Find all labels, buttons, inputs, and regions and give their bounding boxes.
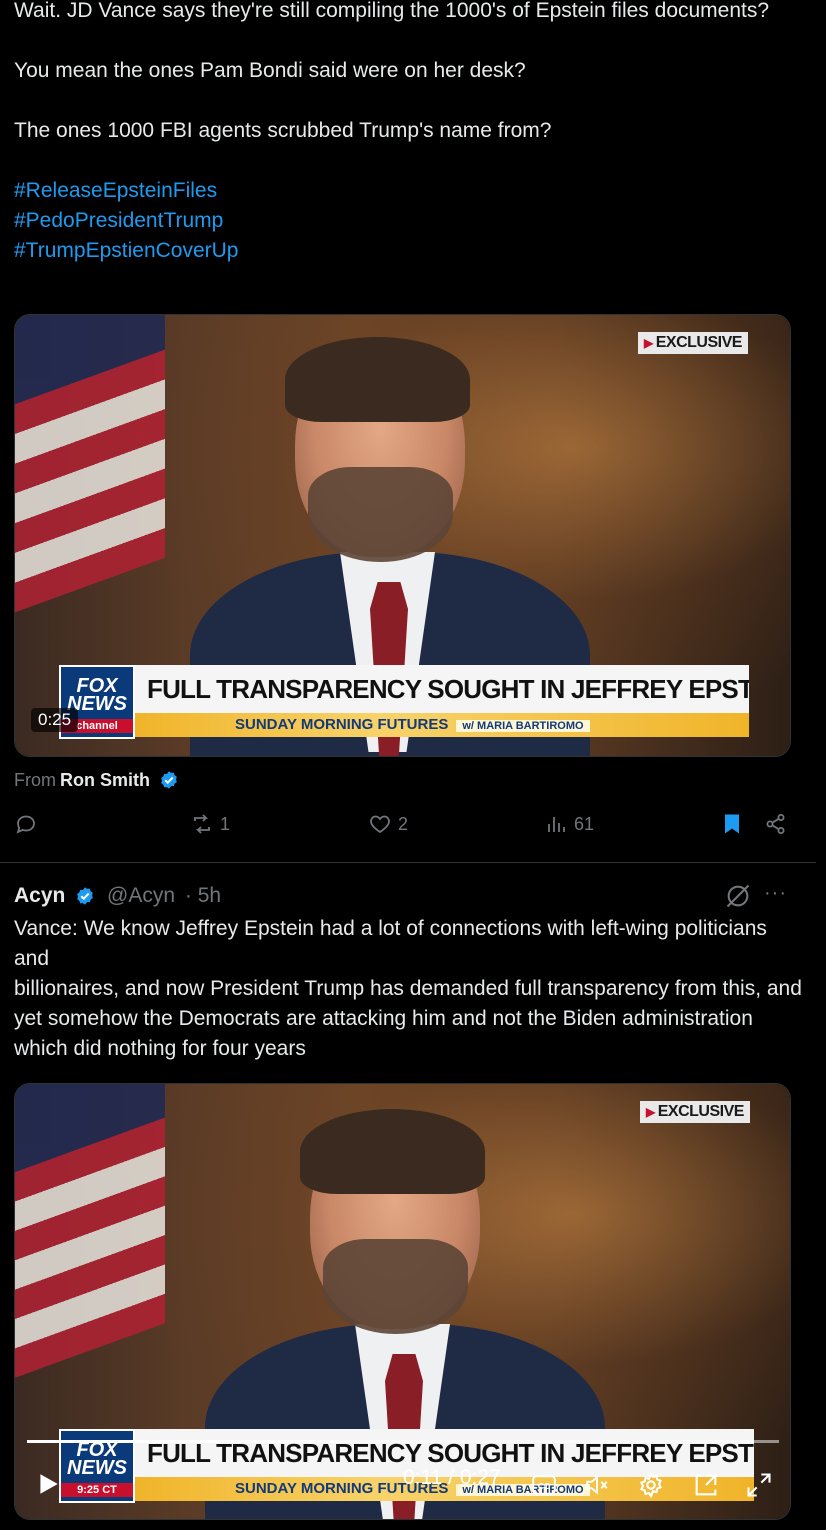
tweet-text: Wait. JD Vance says they're still compil… — [14, 0, 804, 266]
heart-icon — [370, 815, 390, 834]
view-count: 61 — [574, 813, 595, 834]
hashtag-link[interactable]: #PedoPresidentTrump — [14, 206, 804, 236]
share-button[interactable] — [764, 812, 788, 836]
author-handle[interactable]: @Acyn — [107, 884, 175, 907]
news-lower-third: FOX NEWS channel FULL TRANSPARENCY SOUGHT… — [59, 665, 749, 739]
hashtag-link[interactable]: #TrumpEpstienCoverUp — [14, 236, 804, 266]
video-duration: 0:25 — [31, 708, 79, 732]
post-time[interactable]: · 5h — [185, 884, 221, 907]
mute-icon[interactable] — [582, 1472, 612, 1498]
captions-icon[interactable]: CC — [530, 1472, 558, 1498]
views-button[interactable]: 61 — [544, 812, 594, 836]
picture-in-picture-icon[interactable] — [692, 1471, 720, 1499]
news-headline: FULL TRANSPARENCY SOUGHT IN JEFFREY EPST… — [135, 665, 749, 713]
like-count: 2 — [398, 813, 409, 834]
grok-icon[interactable] — [724, 882, 752, 910]
verified-badge-icon — [161, 771, 177, 789]
tweet-header: Acyn @Acyn · 5h — [14, 882, 221, 910]
verified-badge-icon — [77, 887, 94, 905]
attribution-name-link[interactable]: Ron Smith — [60, 770, 150, 790]
tweet-text: Vance: We know Jeffrey Epstein had a lot… — [14, 914, 804, 1064]
svg-text:CC: CC — [538, 1481, 551, 1491]
video-time-readout: 0:11 / 0:27 — [403, 1466, 501, 1489]
reply-button[interactable] — [14, 812, 38, 836]
author-name-link[interactable]: Acyn — [14, 884, 65, 907]
retweet-button[interactable]: 1 — [190, 812, 230, 836]
video-player[interactable]: ▶ EXCLUSIVE FOX NEWS channel FULL TRANSPAR… — [14, 314, 791, 757]
show-banner: SUNDAY MORNING FUTURES w/ MARIA BARTIROMO — [135, 713, 749, 737]
video-progress-fill — [27, 1440, 336, 1443]
like-button[interactable]: 2 — [368, 812, 408, 836]
reply-icon — [16, 815, 35, 834]
bookmark-icon — [725, 814, 739, 834]
share-icon — [766, 814, 785, 834]
retweet-count: 1 — [220, 813, 231, 834]
video-attribution: From Ron Smith — [14, 770, 179, 791]
hashtag-link[interactable]: #ReleaseEpsteinFiles — [14, 176, 804, 206]
tweet-divider — [0, 862, 816, 863]
retweet-icon — [194, 814, 210, 834]
video-progress-bar[interactable] — [27, 1440, 779, 1443]
tweet-paragraph: Wait. JD Vance says they're still compil… — [14, 0, 770, 22]
tweet-paragraph: billionaires, and now President Trump ha… — [14, 977, 802, 1060]
tweet-paragraph: Vance: We know Jeffrey Epstein had a lot… — [14, 917, 767, 970]
tweet-paragraph: You mean the ones Pam Bondi said were on… — [14, 59, 526, 82]
video-player[interactable]: ▶ EXCLUSIVE FOX NEWS 9:25 CT FULL TRANSPAR… — [14, 1083, 791, 1520]
tweet-paragraph: The ones 1000 FBI agents scrubbed Trump'… — [14, 119, 552, 142]
more-options-button[interactable]: ··· — [764, 882, 787, 905]
video-controls: 0:11 / 0:27 CC — [15, 1464, 790, 1504]
analytics-icon — [548, 817, 565, 832]
fullscreen-icon[interactable] — [745, 1471, 773, 1499]
exclusive-badge: ▶ EXCLUSIVE — [640, 1101, 750, 1123]
play-icon[interactable] — [35, 1470, 61, 1498]
exclusive-badge: ▶ EXCLUSIVE — [638, 332, 748, 354]
settings-gear-icon[interactable] — [637, 1471, 665, 1499]
bookmark-button[interactable] — [720, 812, 744, 836]
tweet-actions: 1 2 61 — [14, 812, 794, 846]
